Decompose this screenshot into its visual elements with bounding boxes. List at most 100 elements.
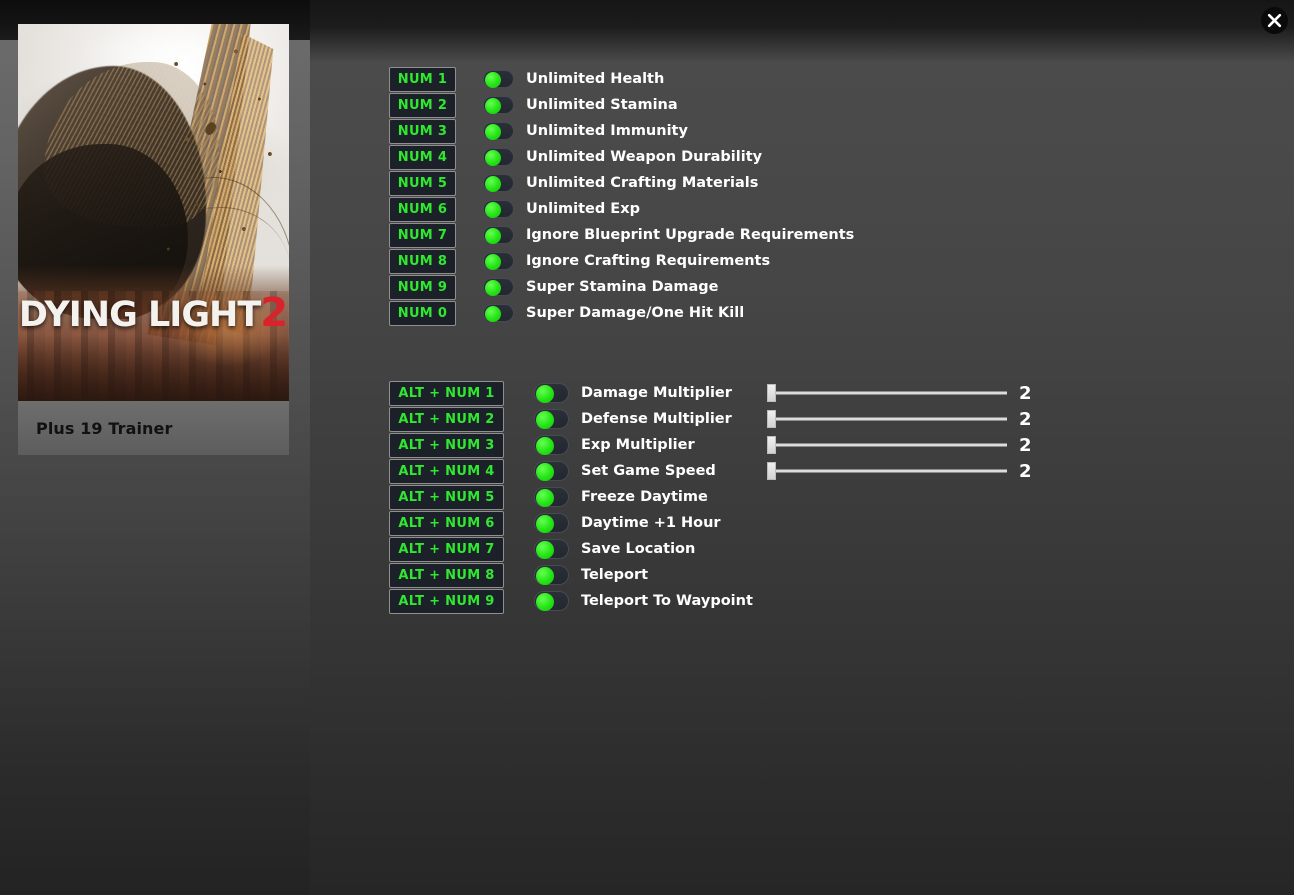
slider-track bbox=[767, 469, 1007, 473]
cheat-toggle[interactable] bbox=[483, 122, 514, 140]
slider-group: 2 bbox=[767, 383, 1033, 404]
cheat-label: Teleport bbox=[581, 567, 649, 583]
cheat-row: NUM 2 Unlimited Stamina bbox=[389, 92, 854, 118]
cheat-label: Daytime +1 Hour bbox=[581, 515, 721, 531]
hotkey-button[interactable]: NUM 5 bbox=[389, 170, 456, 196]
cheat-label: Super Damage/One Hit Kill bbox=[526, 305, 745, 321]
cheat-label: Damage Multiplier bbox=[581, 385, 732, 401]
slider-track bbox=[767, 417, 1007, 421]
cheat-toggle[interactable] bbox=[534, 435, 569, 455]
toggle-knob-icon bbox=[536, 515, 554, 533]
slider-track bbox=[767, 391, 1007, 395]
cheat-toggle[interactable] bbox=[483, 226, 514, 244]
slider-value: 2 bbox=[1019, 382, 1032, 404]
value-slider[interactable] bbox=[767, 462, 1007, 480]
hotkey-button[interactable]: NUM 3 bbox=[389, 118, 456, 144]
cheat-row: ALT + NUM 8 Teleport bbox=[389, 562, 753, 588]
hotkey-button[interactable]: ALT + NUM 3 bbox=[389, 432, 504, 458]
hotkey-button[interactable]: NUM 2 bbox=[389, 92, 456, 118]
cover-title: DYING LIGHT2 bbox=[18, 293, 289, 333]
slider-thumb[interactable] bbox=[767, 384, 776, 402]
cheat-toggle[interactable] bbox=[534, 461, 569, 481]
cheat-row: ALT + NUM 1 Damage Multiplier 2 bbox=[389, 380, 1032, 406]
cheat-toggle[interactable] bbox=[534, 487, 569, 507]
cheat-row: ALT + NUM 5 Freeze Daytime bbox=[389, 484, 753, 510]
cheat-toggle[interactable] bbox=[534, 513, 569, 533]
toggle-knob-icon bbox=[485, 254, 501, 270]
slider-value: 2 bbox=[1019, 460, 1032, 482]
close-icon[interactable] bbox=[1261, 7, 1288, 34]
value-slider[interactable] bbox=[767, 384, 1007, 402]
cheat-toggle[interactable] bbox=[483, 148, 514, 166]
cheat-label: Ignore Crafting Requirements bbox=[526, 253, 771, 269]
value-slider[interactable] bbox=[767, 436, 1007, 454]
cheat-row: NUM 4 Unlimited Weapon Durability bbox=[389, 144, 854, 170]
cheat-toggle[interactable] bbox=[483, 304, 514, 322]
cheat-label: Ignore Blueprint Upgrade Requirements bbox=[526, 227, 855, 243]
cheat-toggle[interactable] bbox=[534, 383, 569, 403]
toggle-knob-icon bbox=[536, 593, 554, 611]
cover-title-number: 2 bbox=[260, 290, 289, 336]
cheat-toggle[interactable] bbox=[534, 539, 569, 559]
hotkey-button[interactable]: ALT + NUM 6 bbox=[389, 510, 504, 536]
slider-group: 2 bbox=[767, 461, 1033, 482]
value-slider[interactable] bbox=[767, 410, 1007, 428]
cheat-label: Freeze Daytime bbox=[581, 489, 708, 505]
toggle-knob-icon bbox=[485, 98, 501, 114]
slider-thumb[interactable] bbox=[767, 410, 776, 428]
hotkey-button[interactable]: ALT + NUM 1 bbox=[389, 380, 504, 406]
cheat-label: Exp Multiplier bbox=[581, 437, 695, 453]
cheat-toggle[interactable] bbox=[483, 174, 514, 192]
hotkey-button[interactable]: NUM 8 bbox=[389, 248, 456, 274]
hotkey-button[interactable]: ALT + NUM 4 bbox=[389, 458, 504, 484]
hotkey-button[interactable]: ALT + NUM 2 bbox=[389, 406, 504, 432]
trainer-caption-bar: Plus 19 Trainer bbox=[18, 401, 289, 455]
cheat-section-secondary: ALT + NUM 1 Damage Multiplier 2 ALT + NUM 2… bbox=[389, 380, 1032, 614]
cheat-row: NUM 7 Ignore Blueprint Upgrade Requiremen… bbox=[389, 222, 854, 248]
cheat-row: ALT + NUM 9 Teleport To Waypoint bbox=[389, 588, 753, 614]
cheat-toggle[interactable] bbox=[483, 70, 514, 88]
hotkey-button[interactable]: ALT + NUM 8 bbox=[389, 562, 504, 588]
cheat-label: Unlimited Crafting Materials bbox=[526, 175, 759, 191]
hotkey-button[interactable]: ALT + NUM 9 bbox=[389, 588, 504, 614]
hotkey-button[interactable]: NUM 6 bbox=[389, 196, 456, 222]
trainer-caption-text: Plus 19 Trainer bbox=[36, 418, 173, 438]
toggle-knob-icon bbox=[485, 280, 501, 296]
toggle-knob-icon bbox=[485, 124, 501, 140]
hotkey-button[interactable]: NUM 7 bbox=[389, 222, 456, 248]
cheat-toggle[interactable] bbox=[534, 409, 569, 429]
hotkey-button[interactable]: ALT + NUM 7 bbox=[389, 536, 504, 562]
hotkey-button[interactable]: NUM 0 bbox=[389, 300, 456, 326]
cover-title-main: DYING LIGHT bbox=[18, 295, 261, 335]
cheat-row: NUM 3 Unlimited Immunity bbox=[389, 118, 854, 144]
slider-value: 2 bbox=[1019, 408, 1032, 430]
toggle-knob-icon bbox=[536, 541, 554, 559]
slider-thumb[interactable] bbox=[767, 436, 776, 454]
cheat-row: NUM 6 Unlimited Exp bbox=[389, 196, 854, 222]
slider-track bbox=[767, 443, 1007, 447]
cheat-toggle[interactable] bbox=[483, 200, 514, 218]
toggle-knob-icon bbox=[536, 385, 554, 403]
cheat-label: Unlimited Immunity bbox=[526, 123, 688, 139]
toggle-knob-icon bbox=[536, 567, 554, 585]
cheat-row: ALT + NUM 2 Defense Multiplier 2 bbox=[389, 406, 1032, 432]
cheat-label: Unlimited Stamina bbox=[526, 97, 678, 113]
hotkey-button[interactable]: NUM 9 bbox=[389, 274, 456, 300]
cheat-toggle[interactable] bbox=[534, 565, 569, 585]
toggle-knob-icon bbox=[536, 411, 554, 429]
hotkey-button[interactable]: NUM 4 bbox=[389, 144, 456, 170]
cheat-toggle[interactable] bbox=[483, 278, 514, 296]
cheat-row: ALT + NUM 7 Save Location bbox=[389, 536, 753, 562]
cheat-toggle[interactable] bbox=[483, 252, 514, 270]
game-cover-art: DYING LIGHT2 bbox=[18, 24, 289, 401]
hotkey-button[interactable]: NUM 1 bbox=[389, 66, 456, 92]
toggle-knob-icon bbox=[485, 150, 501, 166]
cheat-toggle[interactable] bbox=[483, 96, 514, 114]
cheat-toggle[interactable] bbox=[534, 591, 569, 611]
cheat-label: Teleport To Waypoint bbox=[581, 593, 753, 609]
slider-thumb[interactable] bbox=[767, 462, 776, 480]
slider-group: 2 bbox=[767, 435, 1033, 456]
hotkey-button[interactable]: ALT + NUM 5 bbox=[389, 484, 504, 510]
cheat-row: ALT + NUM 6 Daytime +1 Hour bbox=[389, 510, 753, 536]
cheat-row: ALT + NUM 4 Set Game Speed 2 bbox=[389, 458, 1032, 484]
